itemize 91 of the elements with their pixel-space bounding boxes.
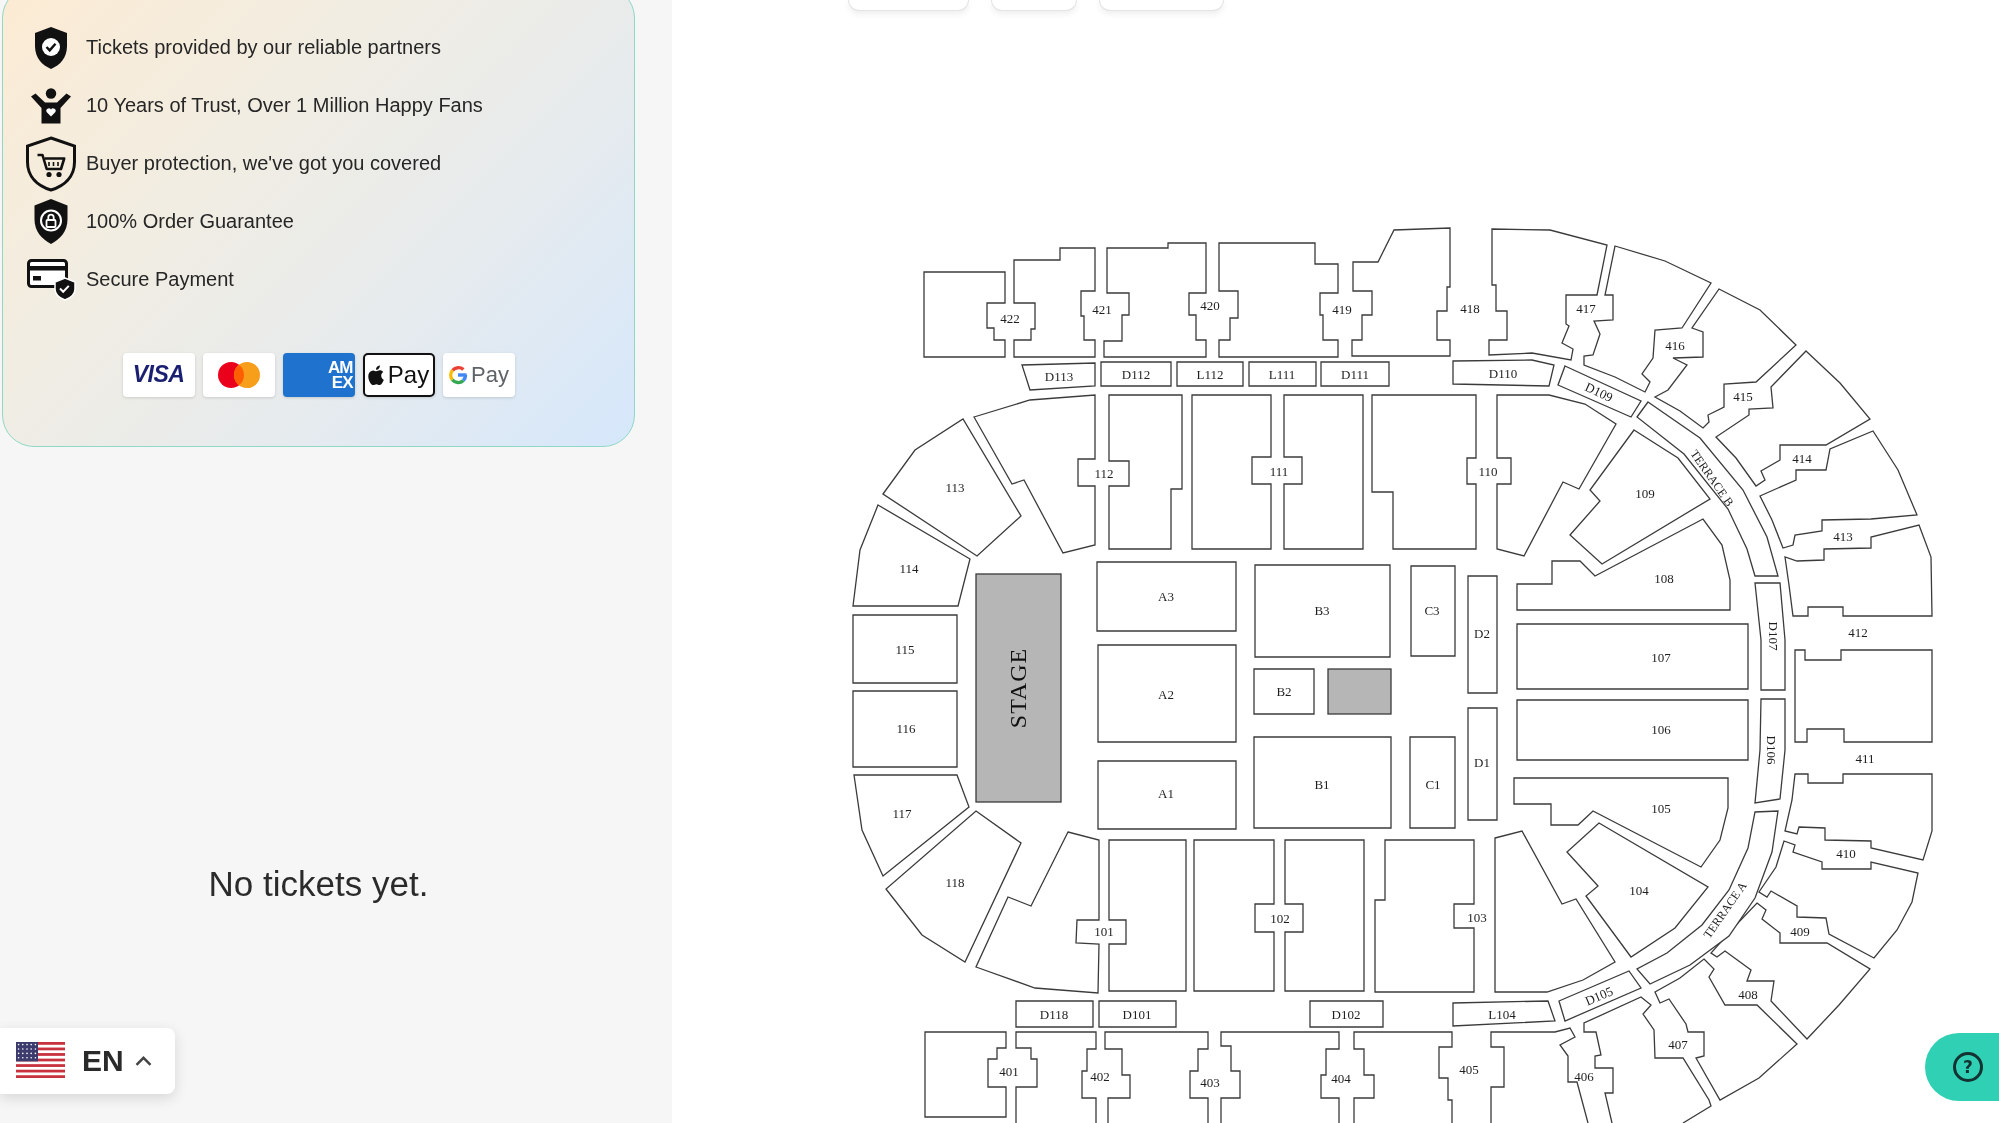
feature-text: Secure Payment [86,268,234,291]
section-label: 117 [892,805,912,821]
section-label: 419 [1332,301,1352,317]
pay-text: Pay [387,360,430,389]
person-heart-icon [30,87,72,124]
section-label: 411 [1855,750,1875,766]
section-label: 404 [1331,1070,1351,1086]
section-label: D106 [1763,735,1779,765]
stage-label: STAGE [1005,647,1031,729]
help-button[interactable]: ? [1925,1033,1999,1101]
section-label: D111 [1341,366,1369,382]
shield-lock-icon [33,198,69,245]
section-label: 407 [1668,1036,1688,1052]
section-label: D101 [1122,1006,1152,1022]
section-label: 405 [1459,1061,1479,1077]
shield-check-icon [33,25,69,70]
section-label: A3 [1158,588,1174,604]
caret-up-icon [134,1056,152,1066]
section-label: 403 [1200,1074,1220,1090]
section-label: 106 [1651,721,1671,737]
section-label: L112 [1196,366,1224,382]
section-label: A2 [1158,686,1174,702]
section-label: L104 [1488,1006,1516,1022]
section-label: 101 [1094,923,1114,939]
section-label: B3 [1314,602,1330,618]
overlapping-circles-icon [216,360,261,389]
section-label: D112 [1121,366,1151,382]
toolbar-button[interactable] [991,0,1077,11]
section-label: D107 [1765,621,1781,651]
shield-cart-icon [25,135,77,192]
section-label: 409 [1790,923,1810,939]
section-label: 406 [1574,1068,1594,1084]
toolbar-button[interactable] [848,0,969,11]
section-label: D110 [1488,365,1518,381]
section-label: 115 [895,641,915,657]
section-label: D2 [1474,625,1490,641]
section-label: 402 [1090,1068,1110,1084]
section-label: 414 [1792,450,1812,466]
pay-text: Pay [471,361,509,388]
section-label: 416 [1665,337,1685,353]
section-label: D102 [1331,1006,1361,1022]
section-label: 410 [1836,845,1856,861]
shaded-section [1327,668,1392,715]
section-label: 118 [945,874,965,890]
feature-text: 10 Years of Trust, Over 1 Million Happy Fans [86,94,483,117]
section-label: C3 [1424,602,1440,618]
section-label: D113 [1044,368,1074,384]
section-label: 108 [1654,570,1674,586]
section-label: 104 [1629,882,1649,898]
section-label: 408 [1738,986,1758,1002]
section-label: 103 [1467,909,1487,925]
feature-text: 100% Order Guarantee [86,210,294,233]
section-label: B2 [1276,683,1292,699]
letter-g-icon [448,364,469,385]
section-label: 420 [1200,297,1220,313]
section-label: 109 [1635,485,1655,501]
section-label: D1 [1474,754,1490,770]
section-label: D118 [1039,1006,1069,1022]
section-label: A1 [1158,785,1174,801]
section-label: 401 [999,1063,1019,1079]
section-label: 112 [1094,465,1114,481]
section-label: 421 [1092,301,1112,317]
payment-badge: AM EX [282,352,355,397]
section-label: D109 [1582,379,1616,405]
toolbar-button[interactable] [1099,0,1224,11]
section-label: L111 [1268,366,1296,382]
payment-badge: VISA [122,352,195,397]
section-label: B1 [1314,776,1330,792]
apple-icon [367,364,385,385]
feature-text: Buyer protection, we've got you covered [86,152,442,175]
section-label: D105 [1582,983,1616,1009]
section-label: 418 [1460,300,1480,316]
section-label: C1 [1425,776,1441,792]
empty-message: No tickets yet. [208,862,429,905]
section-label: 113 [945,479,965,495]
section-label: 422 [1000,310,1020,326]
section-label: 116 [896,720,916,736]
section-label: 110 [1478,463,1498,479]
section-label: 417 [1576,300,1596,316]
section-label: 102 [1270,910,1290,926]
section-label: 413 [1833,528,1853,544]
section-label: 415 [1733,388,1753,404]
section-label: 114 [899,560,919,576]
section-label: 105 [1651,800,1671,816]
feature-text: Tickets provided by our reliable partners [86,36,441,59]
section-label: 107 [1651,649,1671,665]
flag-icon [16,1042,65,1080]
language-selector[interactable]: EN [0,1028,175,1094]
section-label: 111 [1269,463,1289,479]
section-label: 412 [1848,624,1868,640]
card-shield-icon [26,258,76,301]
